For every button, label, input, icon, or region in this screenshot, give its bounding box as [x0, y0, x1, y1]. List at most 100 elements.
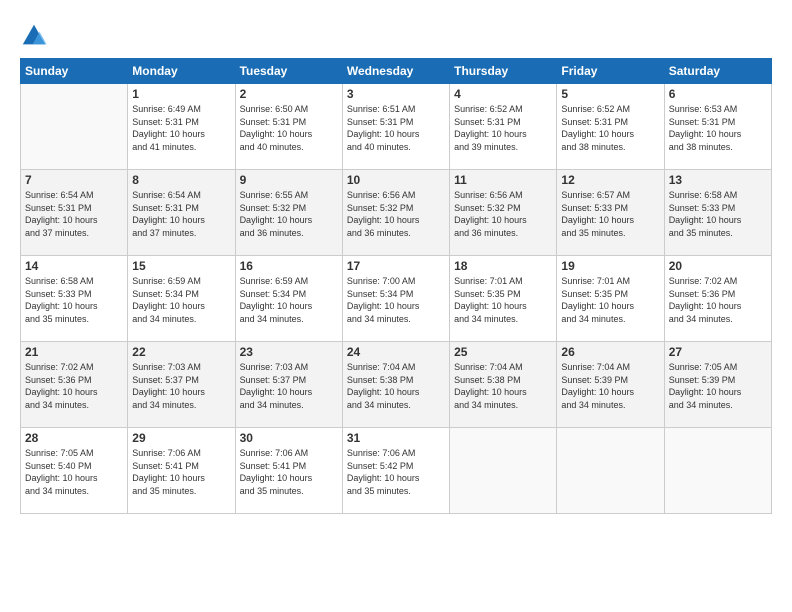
calendar-cell: 4 Sunrise: 6:52 AM Sunset: 5:31 PM Daylig…	[450, 84, 557, 170]
calendar-cell: 24Sunrise: 7:04 AM Sunset: 5:38 PM Dayli…	[342, 342, 449, 428]
column-header-wednesday: Wednesday	[342, 59, 449, 84]
cell-content: Sunrise: 7:01 AM Sunset: 5:35 PM Dayligh…	[561, 275, 659, 325]
day-number: 1	[132, 87, 230, 101]
column-header-thursday: Thursday	[450, 59, 557, 84]
cell-content: Sunrise: 7:04 AM Sunset: 5:38 PM Dayligh…	[347, 361, 445, 411]
calendar-cell: 30 Sunrise: 7:06 AM Sunset: 5:41 PM Dayli…	[235, 428, 342, 514]
day-number: 15	[132, 259, 230, 273]
calendar-cell: 10Sunrise: 6:56 AM Sunset: 5:32 PM Dayli…	[342, 170, 449, 256]
calendar-cell: 13 Sunrise: 6:58 AM Sunset: 5:33 PM Dayli…	[664, 170, 771, 256]
calendar-cell: 7Sunrise: 6:54 AM Sunset: 5:31 PM Daylig…	[21, 170, 128, 256]
week-row-1: 1 Sunrise: 6:49 AM Sunset: 5:31 PM Daylig…	[21, 84, 772, 170]
cell-content: Sunrise: 7:04 AM Sunset: 5:39 PM Dayligh…	[561, 361, 659, 411]
cell-content: Sunrise: 6:53 AM Sunset: 5:31 PM Dayligh…	[669, 103, 767, 153]
day-number: 31	[347, 431, 445, 445]
week-row-5: 28Sunrise: 7:05 AM Sunset: 5:40 PM Dayli…	[21, 428, 772, 514]
logo-icon	[20, 22, 48, 50]
calendar-cell: 19 Sunrise: 7:01 AM Sunset: 5:35 PM Dayli…	[557, 256, 664, 342]
day-number: 6	[669, 87, 767, 101]
day-number: 5	[561, 87, 659, 101]
calendar-cell: 23 Sunrise: 7:03 AM Sunset: 5:37 PM Dayli…	[235, 342, 342, 428]
cell-content: Sunrise: 7:04 AM Sunset: 5:38 PM Dayligh…	[454, 361, 552, 411]
day-number: 4	[454, 87, 552, 101]
week-row-2: 7Sunrise: 6:54 AM Sunset: 5:31 PM Daylig…	[21, 170, 772, 256]
week-row-3: 14 Sunrise: 6:58 AM Sunset: 5:33 PM Dayli…	[21, 256, 772, 342]
calendar-cell	[450, 428, 557, 514]
cell-content: Sunrise: 6:57 AM Sunset: 5:33 PM Dayligh…	[561, 189, 659, 239]
calendar-cell: 20Sunrise: 7:02 AM Sunset: 5:36 PM Dayli…	[664, 256, 771, 342]
calendar-cell: 5 Sunrise: 6:52 AM Sunset: 5:31 PM Daylig…	[557, 84, 664, 170]
cell-content: Sunrise: 7:00 AM Sunset: 5:34 PM Dayligh…	[347, 275, 445, 325]
day-number: 30	[240, 431, 338, 445]
cell-content: Sunrise: 6:58 AM Sunset: 5:33 PM Dayligh…	[25, 275, 123, 325]
calendar-cell: 21Sunrise: 7:02 AM Sunset: 5:36 PM Dayli…	[21, 342, 128, 428]
column-header-sunday: Sunday	[21, 59, 128, 84]
calendar-cell: 25 Sunrise: 7:04 AM Sunset: 5:38 PM Dayli…	[450, 342, 557, 428]
cell-content: Sunrise: 6:55 AM Sunset: 5:32 PM Dayligh…	[240, 189, 338, 239]
cell-content: Sunrise: 7:06 AM Sunset: 5:42 PM Dayligh…	[347, 447, 445, 497]
calendar-cell: 17 Sunrise: 7:00 AM Sunset: 5:34 PM Dayli…	[342, 256, 449, 342]
day-number: 9	[240, 173, 338, 187]
page: SundayMondayTuesdayWednesdayThursdayFrid…	[0, 0, 792, 612]
day-number: 27	[669, 345, 767, 359]
calendar-cell: 6 Sunrise: 6:53 AM Sunset: 5:31 PM Daylig…	[664, 84, 771, 170]
calendar-cell: 29 Sunrise: 7:06 AM Sunset: 5:41 PM Dayli…	[128, 428, 235, 514]
calendar-cell: 15 Sunrise: 6:59 AM Sunset: 5:34 PM Dayli…	[128, 256, 235, 342]
header	[20, 18, 772, 50]
day-number: 3	[347, 87, 445, 101]
calendar-cell: 16Sunrise: 6:59 AM Sunset: 5:34 PM Dayli…	[235, 256, 342, 342]
day-number: 19	[561, 259, 659, 273]
calendar-cell: 8 Sunrise: 6:54 AM Sunset: 5:31 PM Daylig…	[128, 170, 235, 256]
cell-content: Sunrise: 6:58 AM Sunset: 5:33 PM Dayligh…	[669, 189, 767, 239]
column-header-tuesday: Tuesday	[235, 59, 342, 84]
calendar-cell: 3Sunrise: 6:51 AM Sunset: 5:31 PM Daylig…	[342, 84, 449, 170]
day-number: 8	[132, 173, 230, 187]
day-number: 16	[240, 259, 338, 273]
day-number: 20	[669, 259, 767, 273]
day-number: 17	[347, 259, 445, 273]
cell-content: Sunrise: 6:56 AM Sunset: 5:32 PM Dayligh…	[454, 189, 552, 239]
cell-content: Sunrise: 7:06 AM Sunset: 5:41 PM Dayligh…	[240, 447, 338, 497]
day-number: 29	[132, 431, 230, 445]
column-header-monday: Monday	[128, 59, 235, 84]
day-number: 22	[132, 345, 230, 359]
logo	[20, 22, 52, 50]
cell-content: Sunrise: 6:59 AM Sunset: 5:34 PM Dayligh…	[132, 275, 230, 325]
calendar-cell: 9 Sunrise: 6:55 AM Sunset: 5:32 PM Daylig…	[235, 170, 342, 256]
cell-content: Sunrise: 6:52 AM Sunset: 5:31 PM Dayligh…	[454, 103, 552, 153]
column-header-saturday: Saturday	[664, 59, 771, 84]
cell-content: Sunrise: 7:03 AM Sunset: 5:37 PM Dayligh…	[240, 361, 338, 411]
cell-content: Sunrise: 6:49 AM Sunset: 5:31 PM Dayligh…	[132, 103, 230, 153]
week-row-4: 21Sunrise: 7:02 AM Sunset: 5:36 PM Dayli…	[21, 342, 772, 428]
column-header-friday: Friday	[557, 59, 664, 84]
day-number: 2	[240, 87, 338, 101]
day-number: 25	[454, 345, 552, 359]
calendar-cell: 22 Sunrise: 7:03 AM Sunset: 5:37 PM Dayli…	[128, 342, 235, 428]
day-number: 23	[240, 345, 338, 359]
cell-content: Sunrise: 7:01 AM Sunset: 5:35 PM Dayligh…	[454, 275, 552, 325]
day-number: 18	[454, 259, 552, 273]
cell-content: Sunrise: 7:03 AM Sunset: 5:37 PM Dayligh…	[132, 361, 230, 411]
cell-content: Sunrise: 6:52 AM Sunset: 5:31 PM Dayligh…	[561, 103, 659, 153]
calendar-cell: 1 Sunrise: 6:49 AM Sunset: 5:31 PM Daylig…	[128, 84, 235, 170]
calendar-cell	[21, 84, 128, 170]
cell-content: Sunrise: 6:50 AM Sunset: 5:31 PM Dayligh…	[240, 103, 338, 153]
calendar-cell: 31 Sunrise: 7:06 AM Sunset: 5:42 PM Dayli…	[342, 428, 449, 514]
calendar-cell	[557, 428, 664, 514]
calendar-cell: 27 Sunrise: 7:05 AM Sunset: 5:39 PM Dayli…	[664, 342, 771, 428]
day-number: 10	[347, 173, 445, 187]
calendar-cell: 2 Sunrise: 6:50 AM Sunset: 5:31 PM Daylig…	[235, 84, 342, 170]
day-number: 12	[561, 173, 659, 187]
day-number: 13	[669, 173, 767, 187]
calendar-cell: 18 Sunrise: 7:01 AM Sunset: 5:35 PM Dayli…	[450, 256, 557, 342]
day-number: 26	[561, 345, 659, 359]
calendar-cell: 12 Sunrise: 6:57 AM Sunset: 5:33 PM Dayli…	[557, 170, 664, 256]
cell-content: Sunrise: 7:06 AM Sunset: 5:41 PM Dayligh…	[132, 447, 230, 497]
calendar-table: SundayMondayTuesdayWednesdayThursdayFrid…	[20, 58, 772, 514]
day-number: 28	[25, 431, 123, 445]
cell-content: Sunrise: 6:54 AM Sunset: 5:31 PM Dayligh…	[25, 189, 123, 239]
cell-content: Sunrise: 6:54 AM Sunset: 5:31 PM Dayligh…	[132, 189, 230, 239]
calendar-cell: 14 Sunrise: 6:58 AM Sunset: 5:33 PM Dayli…	[21, 256, 128, 342]
cell-content: Sunrise: 7:05 AM Sunset: 5:39 PM Dayligh…	[669, 361, 767, 411]
day-number: 14	[25, 259, 123, 273]
